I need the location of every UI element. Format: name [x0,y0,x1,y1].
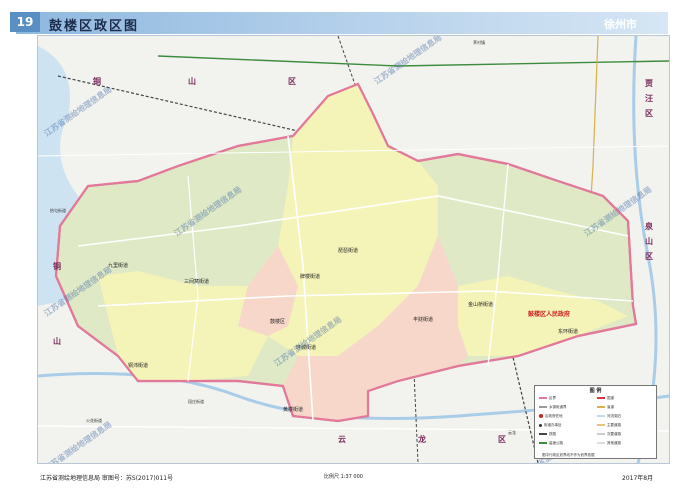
legend-item: 主要道路 [597,423,621,428]
adjacent-region-label: 山 [645,236,653,246]
adjacent-region-label: 汪 [645,93,653,103]
legend-title: 图 例 [589,388,602,394]
adjacent-region-label: 山 [53,336,61,346]
adjacent-region-label: 区 [498,434,506,444]
subdistrict-label: 丰财街道 [413,317,434,323]
legend-item: 高速公路 [539,441,563,446]
map-page: 19 鼓楼区政区图 徐州市 铜 山 区 贾 汪 区 泉 山 区 云 龙 区 铜 … [0,0,693,500]
adjacent-region-label: 贾 [645,78,653,88]
legend-item-label: 次要道路 [607,432,621,436]
legend-item: 省道 [597,405,614,410]
adjacent-region-label: 区 [288,76,296,86]
legend-item-label: 区政府驻地 [545,414,563,418]
legend-item: 河流湖泊 [597,414,621,419]
subdistrict-label: 金山桥街道 [468,302,494,308]
page-number: 19 [10,12,40,32]
outside-town-label: 云龙 [508,430,516,435]
subdistrict-label: 东环街道 [558,329,579,335]
outside-town-label: 段庄街道 [188,399,204,404]
legend-item: 乡镇街道界 [539,405,567,410]
legend-item: 次要道路 [597,432,621,437]
legend-item: 铁路 [539,432,556,437]
government-seat-label: 鼓楼区人民政府 [528,311,571,318]
legend-item-label: 主要道路 [607,423,621,427]
map-title: 鼓楼区政区图 [49,19,140,34]
legend-item-label: 其他道路 [607,441,621,445]
legend-item: 其他道路 [597,441,621,446]
subdistrict-label: 鼓楼区 [270,319,286,325]
legend-item-label: 高速公路 [549,441,563,445]
adjacent-region-label: 泉 [645,221,653,231]
adjacent-region-label: 云 [338,434,346,444]
adjacent-region-label: 铜 [93,76,101,86]
subdistrict-label: 铜沛街道 [128,363,149,369]
legend: 图 例 区界 乡镇街道界 区政府驻地 街道办事处 铁路 高速公路 国道 省道 河… [534,385,657,459]
legend-item-label: 区界 [549,396,556,400]
subdistrict-label: 牌楼街道 [300,274,321,280]
legend-item: 街道办事处 [539,423,562,428]
legend-item: 国道 [597,396,614,401]
footer-date: 2017年8月 [622,475,654,482]
footer-note: 图中行政区划界线不作为划界依据 [542,453,595,457]
adjacent-region-label: 山 [188,76,196,86]
adjacent-region-label: 区 [645,251,653,261]
legend-item-label: 铁路 [549,432,556,436]
legend-item: 区政府驻地 [539,414,563,419]
legend-item-label: 省道 [607,405,614,409]
subdistrict-label: 三间窝街道 [184,279,210,285]
adjacent-region-label: 龙 [418,434,426,444]
outside-town-label: 拾屯街道 [50,208,66,213]
legend-item-label: 国道 [607,396,614,400]
subdistrict-label: 琵琶街道 [338,248,359,254]
footer-source: 江苏省测绘地理信息局 审图号：苏S(2017)011号 [40,475,174,482]
legend-item: 区界 [539,396,556,401]
subdistrict-label: 黄楼街道 [283,407,304,413]
adjacent-region-label: 铜 [53,261,61,271]
footer-scale: 比例尺 1:37 000 [324,474,363,480]
legend-item-label: 街道办事处 [544,423,562,427]
city-name: 徐州市 [604,18,637,31]
outside-town-label: 茅村镇 [473,40,485,45]
legend-item-label: 乡镇街道界 [549,405,567,409]
adjacent-region-label: 区 [645,108,653,118]
legend-item-label: 河流湖泊 [607,414,621,418]
